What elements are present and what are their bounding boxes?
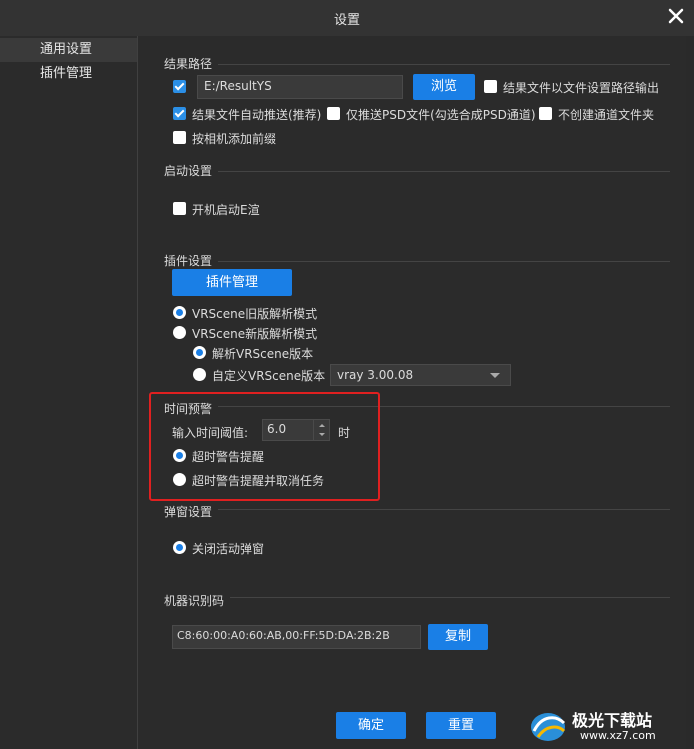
no-channel-folder-checkbox[interactable]: [539, 107, 552, 120]
parse-version-label: 解析VRScene版本: [212, 347, 314, 361]
auto-start-checkbox[interactable]: [173, 202, 186, 215]
sidebar: 通用设置 插件管理: [0, 36, 138, 749]
divider: [230, 597, 670, 598]
no-channel-folder-label: 不创建通道文件夹: [558, 108, 655, 122]
custom-version-label: 自定义VRScene版本: [212, 369, 326, 383]
title-bar: 设置: [0, 0, 694, 36]
divider: [218, 171, 670, 172]
follow-file-path-label: 结果文件以文件设置路径输出: [503, 81, 660, 95]
version-select-value: vray 3.00.08: [337, 368, 414, 382]
sidebar-item-general[interactable]: 通用设置: [0, 38, 137, 62]
section-title-machine: 机器识别码: [164, 594, 225, 608]
divider: [218, 509, 670, 510]
result-path-input[interactable]: E:/ResultYS: [197, 75, 403, 99]
sidebar-item-plugins[interactable]: 插件管理: [0, 62, 137, 86]
divider: [218, 64, 670, 65]
camera-prefix-checkbox[interactable]: [173, 131, 186, 144]
new-mode-label: VRScene新版解析模式: [192, 327, 318, 341]
section-title-startup: 启动设置: [164, 164, 213, 178]
close-popup-radio[interactable]: [173, 541, 186, 554]
camera-prefix-label: 按相机添加前缀: [192, 132, 277, 146]
section-title-popup: 弹窗设置: [164, 505, 213, 519]
result-path-checkbox[interactable]: [173, 80, 186, 93]
section-title-result-path: 结果路径: [164, 57, 213, 71]
close-popup-label: 关闭活动弹窗: [192, 542, 265, 556]
watermark-title: 极光下载站: [572, 711, 653, 730]
machine-code-field[interactable]: C8:60:00:A0:60:AB,00:FF:5D:DA:2B:2B: [172, 625, 421, 649]
auto-start-label: 开机启动E渲: [192, 203, 260, 217]
window-title: 设置: [333, 13, 360, 28]
divider: [218, 261, 670, 262]
chevron-down-icon: [490, 373, 500, 378]
old-mode-radio[interactable]: [173, 306, 186, 319]
watermark: 极光下载站 www.xz7.com: [528, 705, 688, 745]
browse-button[interactable]: 浏览: [413, 74, 475, 100]
auto-push-checkbox[interactable]: [173, 107, 186, 120]
psd-only-label: 仅推送PSD文件(勾选合成PSD通道): [346, 108, 536, 122]
parse-version-radio[interactable]: [193, 346, 206, 359]
ok-button[interactable]: 确定: [336, 712, 406, 739]
new-mode-radio[interactable]: [173, 326, 186, 339]
watermark-url: www.xz7.com: [580, 729, 656, 742]
auto-push-label: 结果文件自动推送(推荐): [192, 108, 322, 122]
highlight-box: [149, 392, 380, 501]
reset-button[interactable]: 重置: [426, 712, 496, 739]
old-mode-label: VRScene旧版解析模式: [192, 307, 318, 321]
aurora-logo-icon: [531, 713, 566, 741]
custom-version-radio[interactable]: [193, 368, 206, 381]
psd-only-checkbox[interactable]: [327, 107, 340, 120]
version-select[interactable]: vray 3.00.08: [330, 364, 511, 386]
scrollbar[interactable]: [686, 36, 694, 749]
plugin-manage-button[interactable]: 插件管理: [172, 269, 292, 296]
follow-file-path-checkbox[interactable]: [484, 80, 497, 93]
section-title-plugin: 插件设置: [164, 254, 213, 268]
close-icon[interactable]: [666, 6, 686, 26]
copy-button[interactable]: 复制: [428, 624, 488, 650]
